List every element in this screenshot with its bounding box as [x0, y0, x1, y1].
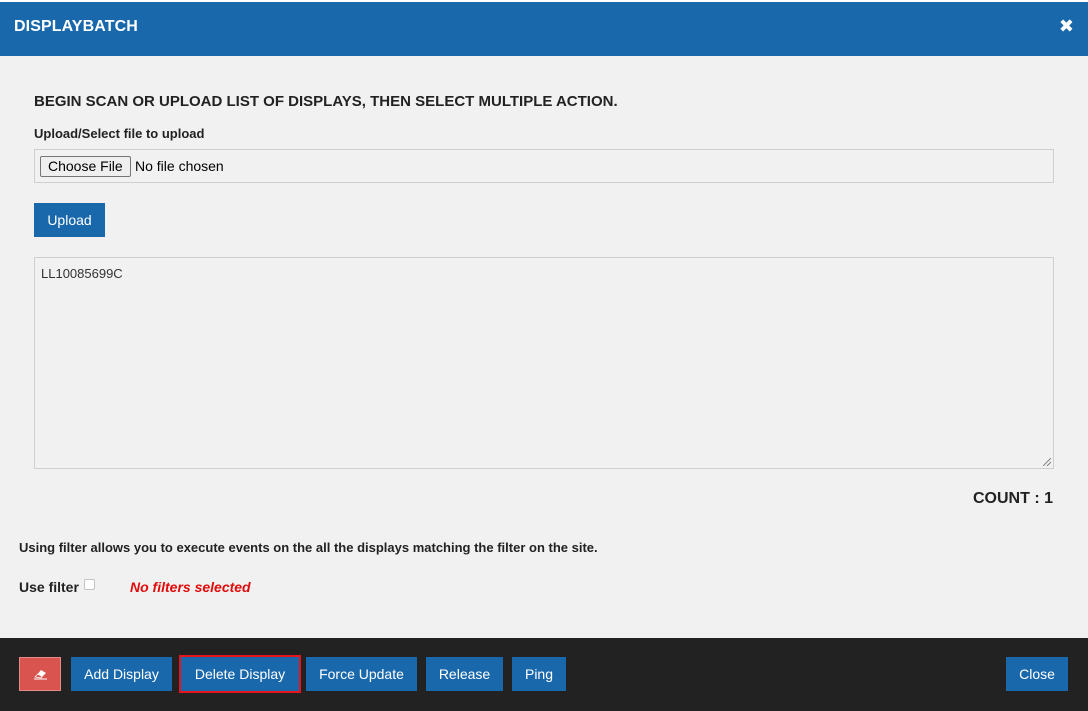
displaybatch-modal: DISPLAYBATCH ✖ BEGIN SCAN OR UPLOAD LIST… — [0, 0, 1088, 711]
file-status: No file chosen — [135, 158, 224, 174]
display-list-content: LL10085699C — [41, 266, 123, 281]
delete-display-button[interactable]: Delete Display — [179, 655, 301, 693]
delete-display-label: Delete Display — [194, 666, 286, 682]
use-filter-checkbox[interactable] — [84, 579, 95, 590]
clear-button[interactable] — [19, 657, 61, 691]
add-display-button[interactable]: Add Display — [71, 657, 172, 691]
release-button[interactable]: Release — [426, 657, 503, 691]
filter-note: Using filter allows you to execute event… — [19, 540, 598, 555]
close-icon[interactable]: ✖ — [1059, 16, 1074, 36]
close-button[interactable]: Close — [1006, 657, 1068, 691]
use-filter-label: Use filter — [19, 579, 79, 595]
choose-file-button[interactable]: Choose File — [40, 156, 131, 177]
upload-label: Upload/Select file to upload — [34, 126, 205, 141]
resize-handle-icon[interactable] — [1043, 458, 1051, 466]
force-update-button[interactable]: Force Update — [306, 657, 417, 691]
modal-header: DISPLAYBATCH ✖ — [0, 0, 1088, 56]
modal-title: DISPLAYBATCH — [14, 18, 138, 35]
no-filters-message: No filters selected — [130, 579, 251, 595]
display-list-textarea[interactable]: LL10085699C — [34, 257, 1054, 469]
upload-button[interactable]: Upload — [34, 203, 105, 237]
file-input[interactable]: Choose File No file chosen — [34, 149, 1054, 183]
instruction-heading: BEGIN SCAN OR UPLOAD LIST OF DISPLAYS, T… — [34, 93, 618, 110]
ping-button[interactable]: Ping — [512, 657, 566, 691]
modal-footer: Add Display Delete Display Force Update … — [0, 638, 1088, 711]
count-label: COUNT : 1 — [973, 490, 1053, 507]
eraser-icon — [34, 670, 47, 680]
